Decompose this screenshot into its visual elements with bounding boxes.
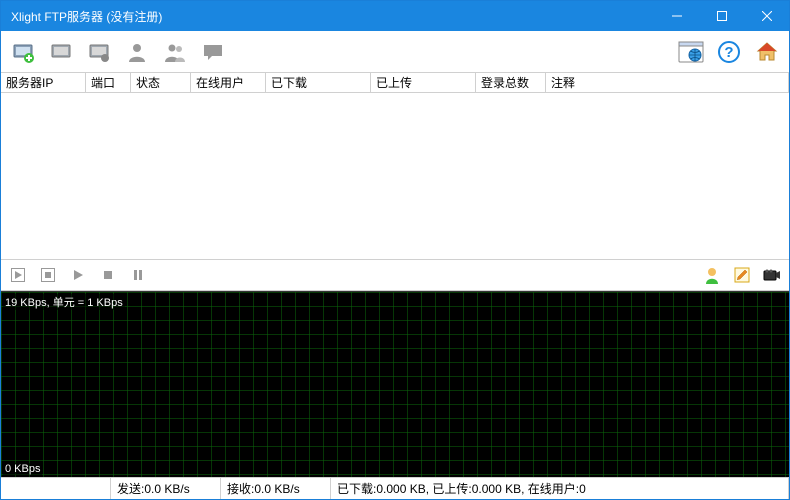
user-icon[interactable] [123, 38, 151, 66]
chat-icon[interactable] [199, 38, 227, 66]
play-boxed-icon[interactable] [9, 266, 27, 284]
column-server-ip[interactable]: 服务器IP [1, 73, 86, 92]
svg-text:?: ? [724, 44, 733, 61]
statusbar: 发送:0.0 KB/s 接收:0.0 KB/s 已下载:0.000 KB, 已上… [1, 477, 789, 499]
column-downloaded[interactable]: 已下载 [266, 73, 371, 92]
status-recv: 接收:0.0 KB/s [221, 478, 331, 499]
server-icon[interactable] [47, 38, 75, 66]
media-toolbar [1, 259, 789, 291]
server-settings-icon[interactable] [85, 38, 113, 66]
minimize-button[interactable] [654, 1, 699, 31]
server-table-body[interactable] [1, 93, 789, 259]
stop-icon[interactable] [99, 266, 117, 284]
chart-zero-label: 0 KBps [3, 463, 42, 475]
column-port[interactable]: 端口 [86, 73, 131, 92]
help-icon[interactable]: ? [715, 38, 743, 66]
camera-icon[interactable] [763, 266, 781, 284]
add-server-icon[interactable] [9, 38, 37, 66]
column-online-users[interactable]: 在线用户 [191, 73, 266, 92]
chart-grid [1, 292, 789, 477]
column-uploaded[interactable]: 已上传 [371, 73, 476, 92]
column-comment[interactable]: 注释 [546, 73, 789, 92]
column-status[interactable]: 状态 [131, 73, 191, 92]
user-color-icon[interactable] [703, 266, 721, 284]
close-button[interactable] [744, 1, 789, 31]
server-table-header: 服务器IP 端口 状态 在线用户 已下载 已上传 登录总数 注释 [1, 73, 789, 93]
globe-panel-icon[interactable] [677, 38, 705, 66]
users-icon[interactable] [161, 38, 189, 66]
window-controls [654, 1, 789, 31]
play-icon[interactable] [69, 266, 87, 284]
column-login-total[interactable]: 登录总数 [476, 73, 546, 92]
window-title: Xlight FTP服务器 (没有注册) [11, 8, 654, 25]
chart-scale-label: 19 KBps, 单元 = 1 KBps [3, 294, 125, 310]
status-summary: 已下载:0.000 KB, 已上传:0.000 KB, 在线用户:0 [331, 478, 789, 499]
bandwidth-chart: 19 KBps, 单元 = 1 KBps 0 KBps [1, 291, 789, 477]
main-toolbar: ? [1, 31, 789, 73]
status-blank [1, 478, 111, 499]
maximize-button[interactable] [699, 1, 744, 31]
titlebar: Xlight FTP服务器 (没有注册) [1, 1, 789, 31]
edit-icon[interactable] [733, 266, 751, 284]
home-icon[interactable] [753, 38, 781, 66]
stop-boxed-icon[interactable] [39, 266, 57, 284]
status-send: 发送:0.0 KB/s [111, 478, 221, 499]
pause-icon[interactable] [129, 266, 147, 284]
